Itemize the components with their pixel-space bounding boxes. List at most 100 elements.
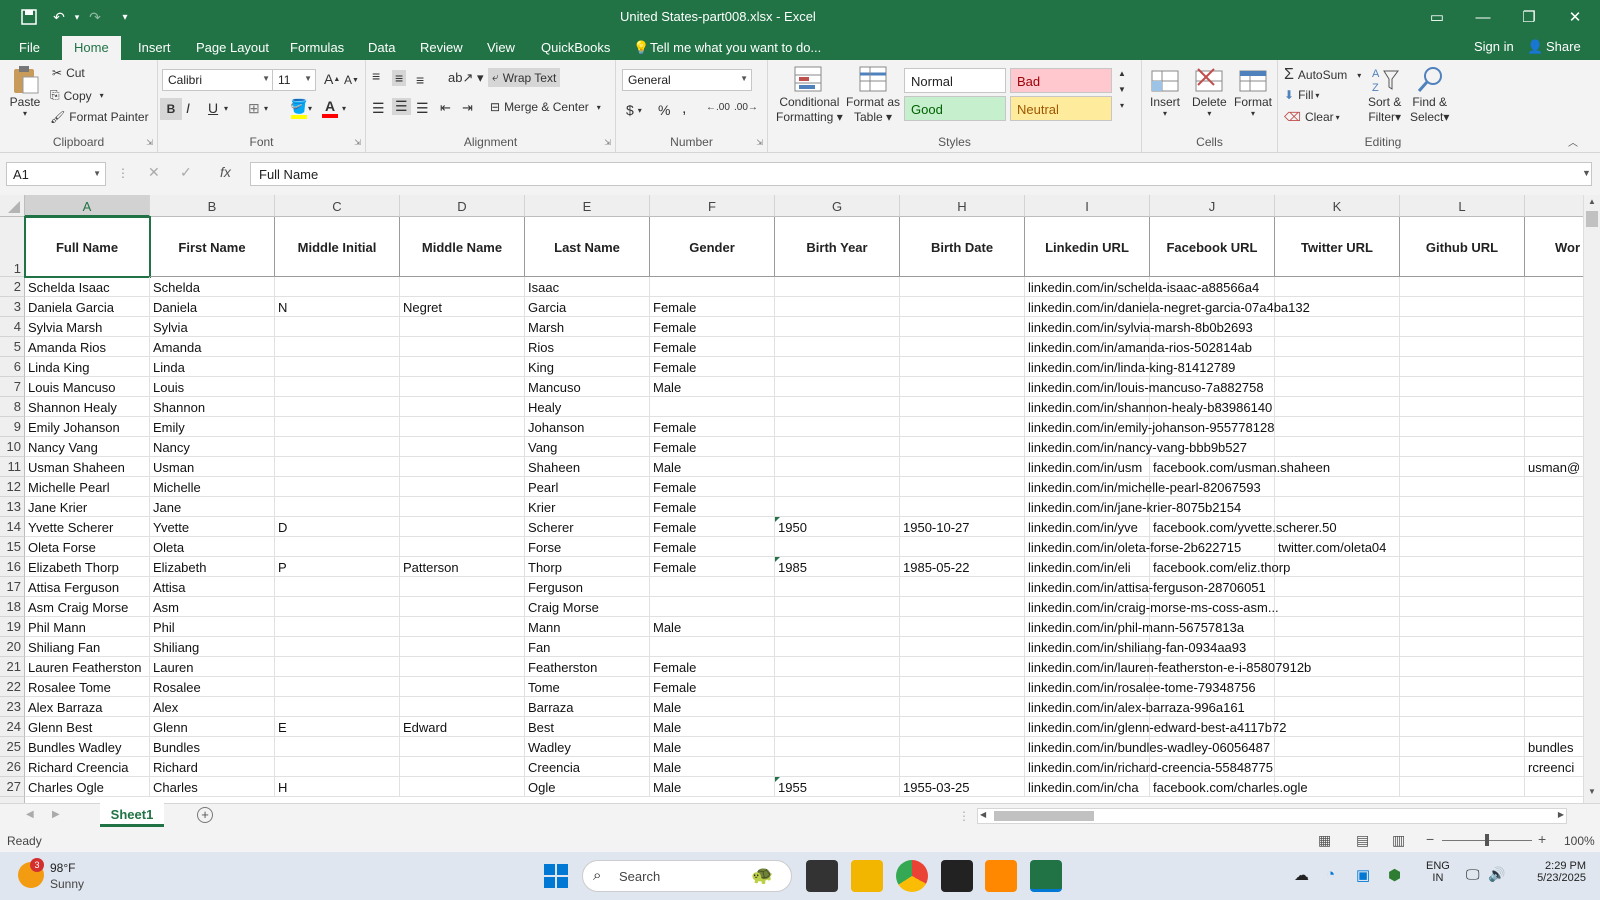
cell-first[interactable]: Bundles: [150, 737, 275, 757]
cell-work-email[interactable]: [1525, 597, 1585, 617]
customize-toolbar-icon[interactable]: ▾: [114, 6, 136, 28]
cell-mi[interactable]: P: [275, 557, 400, 577]
sheet-tab-sheet1[interactable]: Sheet1: [100, 803, 164, 827]
grid-cell[interactable]: [1400, 757, 1525, 777]
cell-date[interactable]: [900, 337, 1025, 357]
cell-mid[interactable]: [400, 337, 525, 357]
cell-date[interactable]: [900, 717, 1025, 737]
cell-fb[interactable]: [1150, 477, 1275, 497]
tab-page-layout[interactable]: Page Layout: [196, 40, 269, 55]
grid-cell[interactable]: [1400, 277, 1525, 297]
cell-mi[interactable]: [275, 537, 400, 557]
align-right-icon[interactable]: ☰: [416, 100, 429, 117]
cell-gender[interactable]: Female: [650, 437, 775, 457]
horizontal-scrollbar[interactable]: ◀ ▶: [977, 808, 1567, 824]
cell-li[interactable]: linkedin.com/in/phil-mann-56757813a: [1025, 617, 1244, 637]
row-header[interactable]: 4: [0, 317, 25, 337]
borders-dropdown-icon[interactable]: ▾: [264, 104, 268, 113]
cell-full[interactable]: Asm Craig Morse: [25, 597, 150, 617]
cell-tw[interactable]: [1275, 637, 1400, 657]
row-header[interactable]: 20: [0, 637, 25, 657]
cell-fb[interactable]: [1150, 537, 1275, 557]
cell-li[interactable]: linkedin.com/in/linda-king-81412789: [1025, 357, 1235, 377]
cell-mi[interactable]: [275, 377, 400, 397]
row-header[interactable]: 11: [0, 457, 25, 477]
cell-gender[interactable]: Male: [650, 377, 775, 397]
format-painter-button[interactable]: 🖌 Format Painter: [50, 110, 149, 124]
column-header-i[interactable]: I: [1025, 195, 1150, 217]
cell-date[interactable]: [900, 537, 1025, 557]
scroll-up-icon[interactable]: ▲: [1588, 197, 1596, 206]
cell-work-email[interactable]: [1525, 297, 1585, 317]
normal-view-icon[interactable]: ▦: [1318, 832, 1331, 849]
font-color-dropdown-icon[interactable]: ▾: [342, 104, 346, 113]
cell-mi[interactable]: H: [275, 777, 400, 797]
cell-fb[interactable]: facebook.com/charles.ogle: [1150, 777, 1308, 797]
decrease-decimal-icon[interactable]: .00→: [734, 102, 758, 113]
underline-dropdown-icon[interactable]: ▾: [224, 104, 228, 113]
cell-fb[interactable]: [1150, 297, 1275, 317]
cell-work-email[interactable]: [1525, 637, 1585, 657]
grid-cell[interactable]: [1400, 357, 1525, 377]
enter-icon[interactable]: ✓: [180, 164, 192, 181]
cell-work-email[interactable]: [1525, 477, 1585, 497]
cell-first[interactable]: Alex: [150, 697, 275, 717]
cell-first[interactable]: Schelda: [150, 277, 275, 297]
column-header-h[interactable]: H: [900, 195, 1025, 217]
row-header[interactable]: 22: [0, 677, 25, 697]
style-normal[interactable]: Normal: [904, 68, 1006, 93]
column-header-f[interactable]: F: [650, 195, 775, 217]
currency-icon[interactable]: $ ▾: [626, 102, 642, 118]
cell-gender[interactable]: Female: [650, 297, 775, 317]
header-cell[interactable]: Twitter URL: [1275, 217, 1400, 277]
grid-cell[interactable]: [1400, 497, 1525, 517]
share-button[interactable]: Share: [1546, 39, 1581, 54]
header-cell[interactable]: Birth Year: [775, 217, 900, 277]
expand-formula-bar-icon[interactable]: ▼: [1582, 168, 1591, 178]
row-header[interactable]: 25: [0, 737, 25, 757]
grid-cell[interactable]: [1400, 697, 1525, 717]
grid-cell[interactable]: [1400, 557, 1525, 577]
grid-cell[interactable]: [1400, 777, 1525, 797]
cell-li[interactable]: linkedin.com/in/michelle-pearl-82067593: [1025, 477, 1261, 497]
cell-last[interactable]: Healy: [525, 397, 650, 417]
cell-li[interactable]: linkedin.com/in/attisa-ferguson-28706051: [1025, 577, 1266, 597]
cell-tw[interactable]: [1275, 477, 1400, 497]
cell-last[interactable]: Forse: [525, 537, 650, 557]
align-center-icon[interactable]: ☰: [392, 98, 411, 115]
cell-last[interactable]: Marsh: [525, 317, 650, 337]
align-bottom-icon[interactable]: ≡: [416, 72, 424, 88]
cell-tw[interactable]: [1275, 517, 1400, 537]
cell-mi[interactable]: [275, 657, 400, 677]
cell-year[interactable]: 1985: [775, 557, 900, 577]
cell-last[interactable]: Mann: [525, 617, 650, 637]
cell-full[interactable]: Amanda Rios: [25, 337, 150, 357]
cell-gender[interactable]: [650, 597, 775, 617]
cell-tw[interactable]: [1275, 737, 1400, 757]
cell-year[interactable]: [775, 297, 900, 317]
cell-mi[interactable]: [275, 337, 400, 357]
grid-cell[interactable]: [1400, 517, 1525, 537]
cell-fb[interactable]: [1150, 677, 1275, 697]
tab-view[interactable]: View: [487, 40, 515, 55]
cell-work-email[interactable]: [1525, 337, 1585, 357]
cell-work-email[interactable]: [1525, 277, 1585, 297]
excel-icon[interactable]: [1030, 860, 1062, 892]
grid-cell[interactable]: [1400, 457, 1525, 477]
orientation-icon[interactable]: ab↗ ▾: [448, 70, 484, 86]
clock[interactable]: 2:29 PM 5/23/2025: [1522, 860, 1586, 884]
cell-fb[interactable]: [1150, 717, 1275, 737]
cell-li[interactable]: linkedin.com/in/cha: [1025, 777, 1150, 797]
cell-fb[interactable]: [1150, 277, 1275, 297]
cell-li[interactable]: linkedin.com/in/daniela-negret-garcia-07…: [1025, 297, 1310, 317]
cell-tw[interactable]: [1275, 557, 1400, 577]
cell-work-email[interactable]: rcreenci: [1525, 757, 1585, 777]
cell-mi[interactable]: [275, 477, 400, 497]
row-header-1[interactable]: 1: [0, 217, 25, 277]
header-cell[interactable]: First Name: [150, 217, 275, 277]
cell-date[interactable]: [900, 477, 1025, 497]
cell-first[interactable]: Jane: [150, 497, 275, 517]
row-header[interactable]: 13: [0, 497, 25, 517]
cell-full[interactable]: Yvette Scherer: [25, 517, 150, 537]
cell-year[interactable]: [775, 697, 900, 717]
